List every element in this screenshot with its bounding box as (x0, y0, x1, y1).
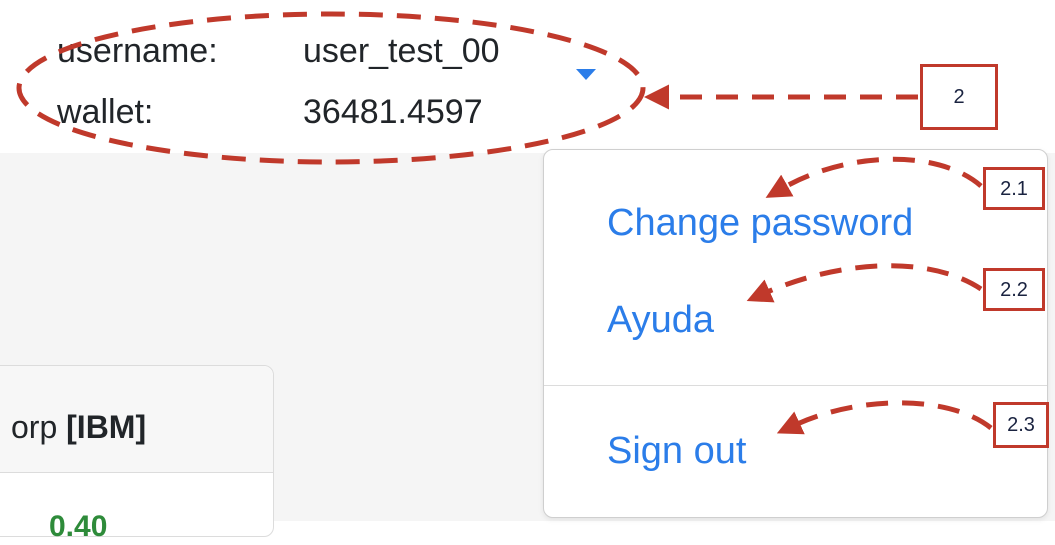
arrow-2-3 (776, 400, 993, 435)
annotation-badge-2-3: 2.3 (993, 402, 1049, 448)
annotation-badge-2-1: 2.1 (983, 167, 1045, 210)
annotation-overlay (16, 11, 993, 435)
annotation-badge-2: 2 (920, 64, 998, 130)
arrow-2-2 (746, 263, 983, 303)
arrow-2-1 (765, 156, 983, 198)
highlight-ellipse (16, 11, 646, 165)
annotation-badge-2-2: 2.2 (983, 268, 1045, 311)
